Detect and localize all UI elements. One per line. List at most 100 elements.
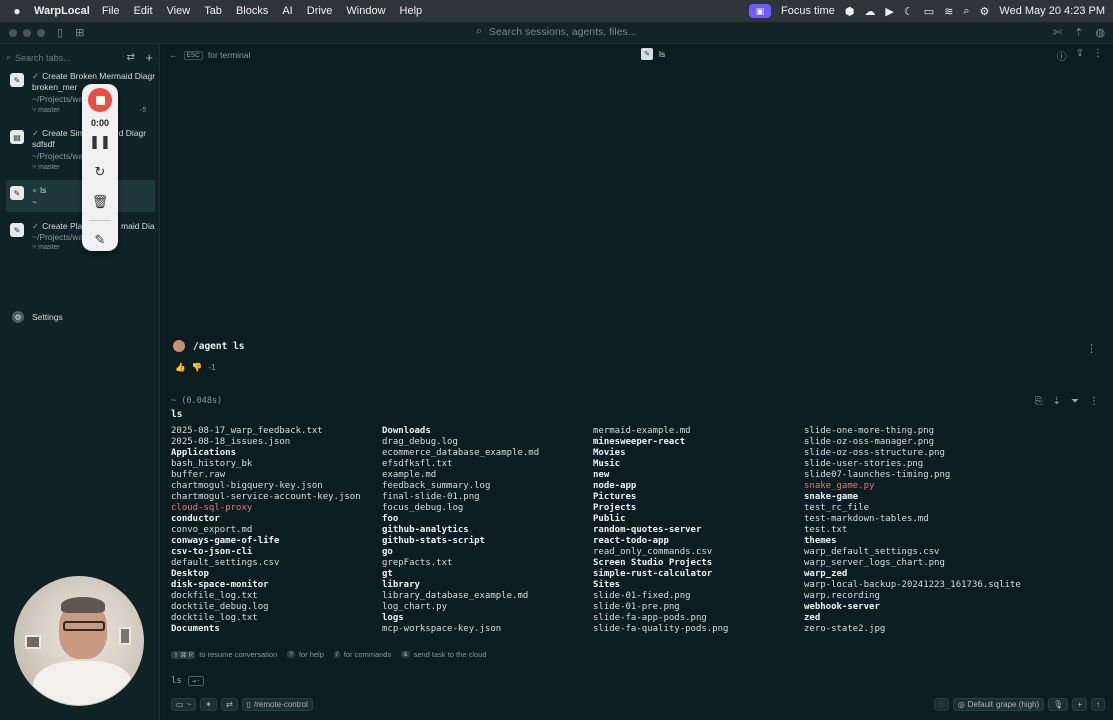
presenter-hoodie [33,661,133,705]
menu-edit[interactable]: Edit [134,5,153,17]
upload-icon[interactable]: ⇡ [1074,26,1083,39]
menu-tab[interactable]: Tab [204,5,222,17]
user-avatar-icon[interactable]: ◍ [1095,26,1105,39]
folder-chip[interactable]: ▭ ~ [171,698,197,711]
thumbs-down-icon[interactable]: 👎 [192,362,203,373]
cloud-icon[interactable]: ☁ [864,5,875,18]
resume-keys: ⇧ ⌘ R [171,650,196,659]
extension-icon[interactable]: ⬢ [845,5,855,18]
ls-entry: focus_debug.log [382,503,464,513]
cloud-mode-chip[interactable]: ⇄ [220,698,238,711]
ls-entry: csv-to-json-cli [171,547,253,557]
tools-icon[interactable]: ✄ [1053,26,1062,39]
sidebar-tab-simple-diagram[interactable]: ▤ ✓ Create Sim d Diagr sdfsdf ~/Projects/w… [6,127,155,171]
minimize-window-button[interactable] [23,28,31,37]
ls-entry: warp.recording [804,591,880,601]
menu-file[interactable]: File [102,5,120,17]
send-button[interactable]: ↑ [1091,698,1105,711]
esc-key-badge: ESC [183,50,203,60]
ls-entry: Music [593,459,621,469]
app-name-menu[interactable]: WarpLocal [34,5,90,17]
menu-help[interactable]: Help [400,5,423,17]
recording-timer: 0:00 [90,118,109,128]
menu-window[interactable]: Window [346,5,385,17]
ls-entry: warp_zed [804,569,848,579]
tab-branch-name: master [38,107,60,114]
download-icon[interactable]: ⇣ [1053,396,1061,407]
restart-button[interactable]: ↻ [82,164,118,180]
swap-icon[interactable]: ⇄ [127,52,135,63]
remote-control-chip[interactable]: ▯/remote-control [241,698,313,711]
search-icon: ⌕ [6,52,12,62]
command-input[interactable]: ls →· [171,676,205,686]
agent-tab-icon: ✎ [10,223,24,237]
webcam-overlay [14,576,144,706]
close-window-button[interactable] [9,28,17,37]
grid-view-icon[interactable]: ⊞ [75,26,84,39]
ls-entry: Applications [171,448,237,458]
ls-entry: Public [593,514,626,524]
play-icon[interactable]: ▶ [885,5,893,18]
ls-entry: slide-oz-oss-structure.png [804,448,945,458]
attach-icon[interactable]: ⎘ [1035,396,1043,407]
menu-bar: ● WarpLocal File Edit View Tab Blocks AI… [0,0,1113,22]
profile-label: Default [967,700,994,709]
sidebar-tab-plan-diagram[interactable]: ✎ ✓ Create Plan maid Dia ~/Projects/wa ⑂ m… [6,220,155,260]
ls-entry: buffer.raw [171,470,226,480]
sidebar-toggle-icon[interactable]: ▯ [57,26,63,39]
more-icon[interactable]: ⋮ [1093,48,1103,63]
submit-hint[interactable]: →· [187,676,205,686]
agent-more-icon[interactable]: ⋮ [1086,342,1097,355]
ls-entry: convo_export.md [171,525,253,535]
ls-entry: grepFacts.txt [382,558,453,568]
battery-icon[interactable]: ▭ [924,5,934,18]
delete-recording-button[interactable]: 🗑 [82,194,118,210]
wifi-icon[interactable]: ≋ [944,5,953,18]
control-center-icon[interactable]: ⚙ [980,5,990,18]
spotlight-search-icon[interactable]: ⌕ [963,5,969,18]
model-selector[interactable]: ◎ Default grape (high) [952,698,1045,711]
info-icon[interactable]: ⓘ [1057,48,1067,63]
apple-icon[interactable]: ● [8,4,26,18]
moon-icon[interactable]: ☾ [904,5,914,18]
ls-entry: Screen Studio Projects [593,558,713,568]
focus-app-icon[interactable]: ▣ [749,4,771,18]
microphone-button[interactable]: 🎙 [1048,698,1069,711]
global-search-bar[interactable]: ⌕ Search sessions, agents, files... [476,25,637,38]
tab-branch-name: master [38,164,60,171]
annotate-pen-button[interactable]: ✎ [82,232,118,248]
ls-entry: drag_debug.log [382,437,458,447]
window-controls [9,28,45,37]
ls-entry: Documents [171,624,220,634]
ls-entry: slide-fa-app-pods.png [593,613,707,623]
pause-button[interactable]: ❚❚ [82,134,118,150]
status-dot-icon: ● [32,185,38,195]
command-input-value[interactable]: ls [171,676,182,686]
sidebar-settings[interactable]: ⚙ Settings [12,311,63,323]
sidebar-tab-broken-mermaid[interactable]: ✎ ✓ Create Broken Mermaid Diagr broken_me… [6,70,155,114]
model-icon: ◎ [957,700,965,709]
filter-icon[interactable]: ⏷ [1071,396,1079,407]
menu-drive[interactable]: Drive [307,5,333,17]
context-chip[interactable]: ◌ [933,698,949,711]
stop-recording-button[interactable] [88,88,112,112]
ls-entry: slide-one-more-thing.png [804,426,935,436]
menu-blocks[interactable]: Blocks [236,5,268,17]
thumbs-up-icon[interactable]: 👍 [175,362,186,373]
menu-ai[interactable]: AI [282,5,292,17]
clock-datetime[interactable]: Wed May 20 4:23 PM [999,5,1105,17]
zoom-window-button[interactable] [37,28,45,37]
new-tab-plus-icon[interactable]: + [145,50,153,65]
focus-time-label[interactable]: Focus time [781,5,835,17]
back-arrow-icon[interactable]: ← [169,50,178,60]
add-button[interactable]: + [1072,698,1087,711]
sidebar-tab-ls[interactable]: ✎ ● ls ~ [6,180,155,212]
menu-view[interactable]: View [167,5,191,17]
share-icon[interactable]: ⇪ [1076,48,1084,63]
ls-entry: minesweeper-react [593,437,686,447]
block-more-icon[interactable]: ⋮ [1089,396,1099,407]
tab-branch: ⑂ master [32,164,60,171]
tabs-search[interactable]: ⌕ Search tabs... ⇄ + [0,44,159,71]
agent-mode-chip[interactable]: ✶ [200,698,217,711]
ls-entry: Pictures [593,492,637,502]
